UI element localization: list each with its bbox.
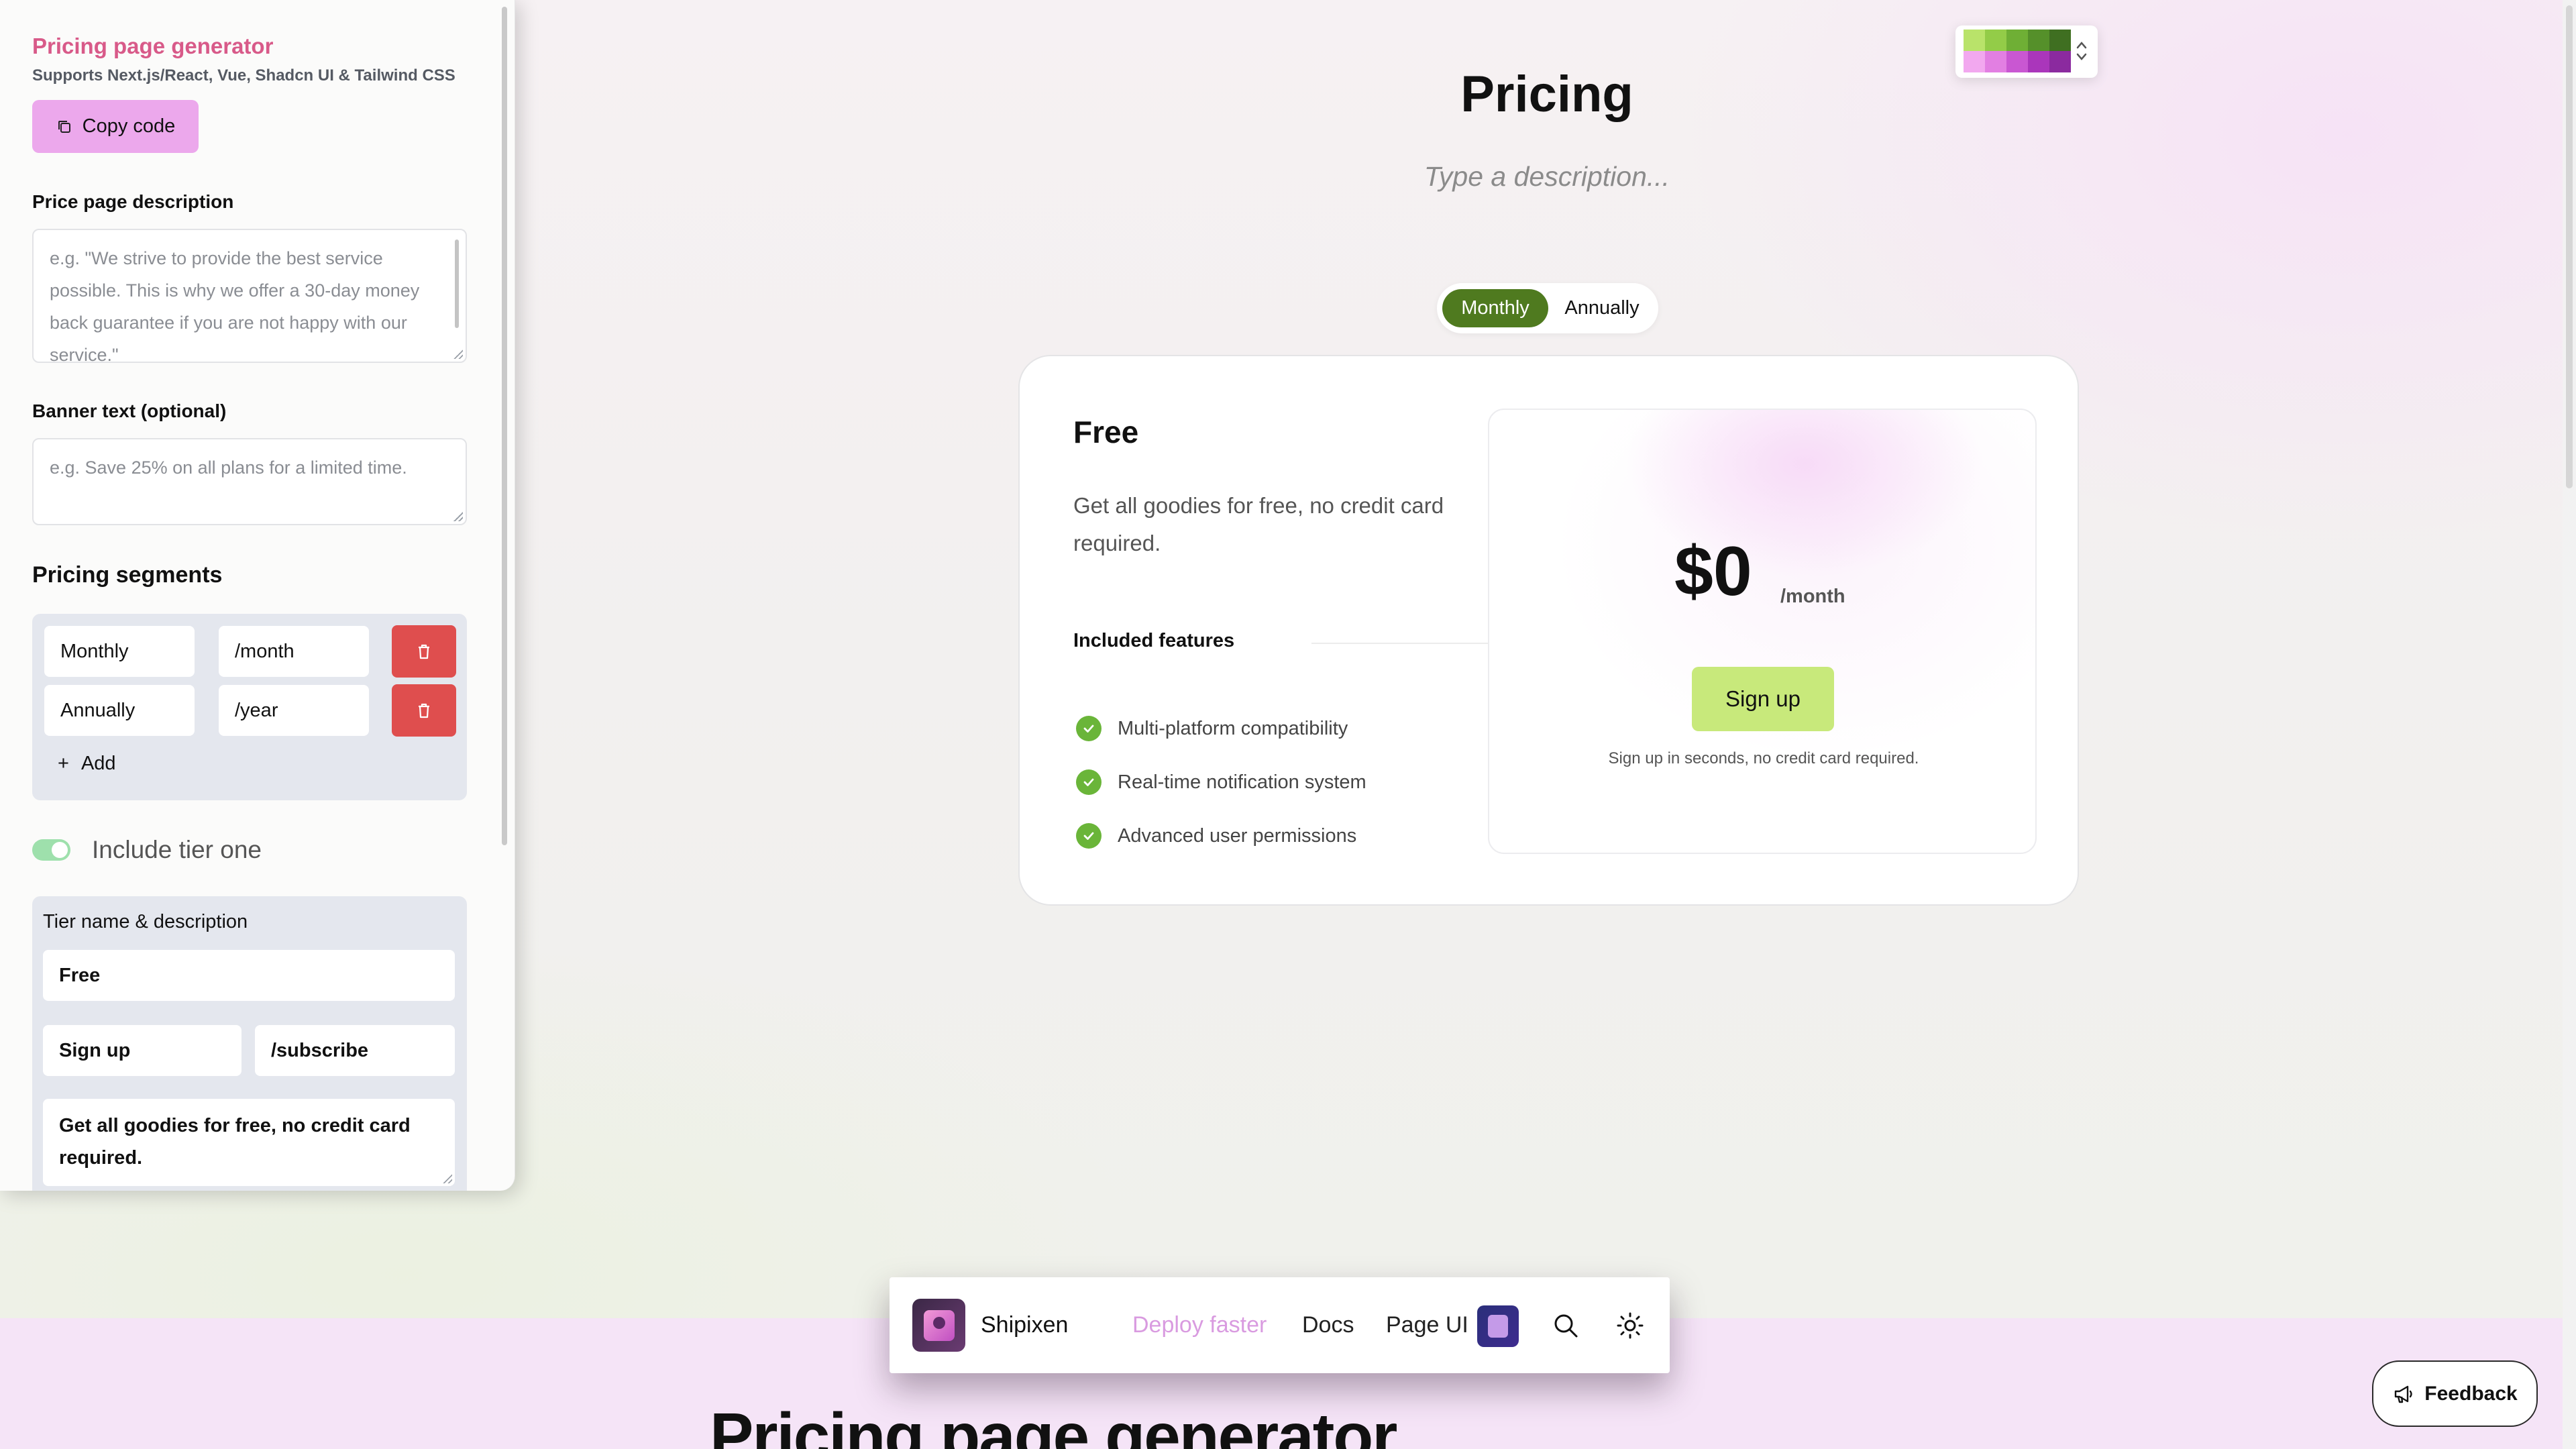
palette-swatch [1964,30,1985,51]
signup-note: Sign up in seconds, no credit card requi… [1608,749,1919,767]
section-heading: Pricing page generator [710,1399,1397,1449]
delete-segment-button[interactable] [392,625,456,678]
editor-subtitle: Supports Next.js/React, Vue, Shadcn UI &… [32,66,455,85]
search-icon[interactable] [1551,1311,1580,1340]
feedback-label: Feedback [2424,1382,2518,1405]
include-tier-toggle-row: Include tier one [32,836,262,864]
segment-suffix-input[interactable]: /year [219,685,369,736]
check-circle-icon [1076,716,1102,741]
banner-textarea[interactable]: e.g. Save 25% on all plans for a limited… [32,438,467,525]
tier-description-value: Get all goodies for free, no credit card… [59,1115,411,1169]
price-panel: $0 /month Sign up Sign up in seconds, no… [1488,409,2037,854]
banner-placeholder: e.g. Save 25% on all plans for a limited… [50,458,407,478]
trash-icon [419,644,429,659]
copy-code-button[interactable]: Copy code [32,100,199,153]
price-amount: $0 [1674,533,1752,610]
segment-suffix-input[interactable]: /month [219,626,369,677]
palette-swatch [2028,30,2049,51]
price-period: /month [1780,586,1845,607]
feature-item: Advanced user permissions [1076,823,1356,849]
check-circle-icon [1076,769,1102,795]
bottom-navbar: Shipixen Deploy faster Docs Page UI [890,1277,1670,1373]
pricing-card: Free Get all goodies for free, no credit… [1018,355,2079,906]
tier-button-text-input[interactable]: Sign up [43,1025,241,1076]
palette-swatch [1985,30,2006,51]
shipixen-logo[interactable] [912,1299,965,1352]
pricing-segments: Monthly /month Annually /year + Add [32,614,467,800]
sun-icon[interactable] [1615,1311,1645,1340]
textarea-scrollbar[interactable] [455,239,459,328]
delete-segment-button[interactable] [392,684,456,737]
nav-link-docs[interactable]: Docs [1302,1312,1354,1338]
segment-name-input[interactable]: Monthly [44,626,195,677]
chevron-up-down-icon [2076,42,2087,60]
feature-item: Multi-platform compatibility [1076,716,1348,741]
check-circle-icon [1076,823,1102,849]
features-divider [1311,643,1513,644]
resize-handle-icon[interactable] [443,1174,452,1183]
megaphone-icon [2395,1385,2412,1403]
tier-description-textarea[interactable]: Get all goodies for free, no credit card… [43,1099,455,1186]
nav-link-deploy-faster[interactable]: Deploy faster [1132,1312,1267,1338]
feature-label: Real-time notification system [1118,771,1366,793]
nav-link-page-ui[interactable]: Page UI [1386,1312,1468,1338]
segment-option-monthly[interactable]: Monthly [1442,289,1548,327]
add-segment-button[interactable]: + Add [58,753,116,775]
resize-handle-icon[interactable] [453,350,463,359]
copy-code-label: Copy code [82,115,176,137]
description-label: Price page description [32,191,234,212]
palette-swatch [2049,30,2071,51]
features-heading: Included features [1073,630,1235,651]
add-label: Add [80,753,116,774]
tier-button-link-input[interactable]: /subscribe [255,1025,455,1076]
nav-brand[interactable]: Shipixen [981,1312,1068,1338]
palette-swatch [2006,30,2028,51]
trash-icon [419,703,429,718]
include-tier-toggle[interactable] [32,839,70,861]
copy-icon [58,120,70,133]
include-tier-label: Include tier one [92,836,262,863]
editor-panel: Pricing page generator Supports Next.js/… [0,0,515,1191]
segments-heading: Pricing segments [32,562,223,588]
segment-name-input[interactable]: Annually [44,685,195,736]
plus-icon: + [58,753,69,774]
tier-section-label: Tier name & description [43,911,248,932]
segment-option-annually[interactable]: Annually [1548,289,1656,327]
editor-scrollbar[interactable] [502,7,507,845]
tier-name-input[interactable]: Free [43,950,455,1001]
resize-handle-icon[interactable] [453,512,463,521]
tier-editor: Tier name & description Free Sign up /su… [32,896,467,1191]
editor-title: Pricing page generator [32,34,274,58]
feature-label: Advanced user permissions [1118,824,1357,847]
feature-item: Real-time notification system [1076,769,1366,795]
signup-button[interactable]: Sign up [1692,667,1834,731]
plan-description: Get all goodies for free, no credit card… [1073,493,1444,555]
feature-label: Multi-platform compatibility [1118,717,1348,739]
plan-name: Free [1073,415,1139,449]
segment-toggle: Monthly Annually [1437,283,1658,333]
description-textarea[interactable]: e.g. "We strive to provide the best serv… [32,229,467,363]
description-placeholder: e.g. "We strive to provide the best serv… [50,248,420,363]
page-scrollbar[interactable] [2563,0,2576,1449]
feedback-button[interactable]: Feedback [2372,1360,2538,1427]
banner-label: Banner text (optional) [32,400,227,421]
page-ui-logo[interactable] [1477,1305,1519,1347]
